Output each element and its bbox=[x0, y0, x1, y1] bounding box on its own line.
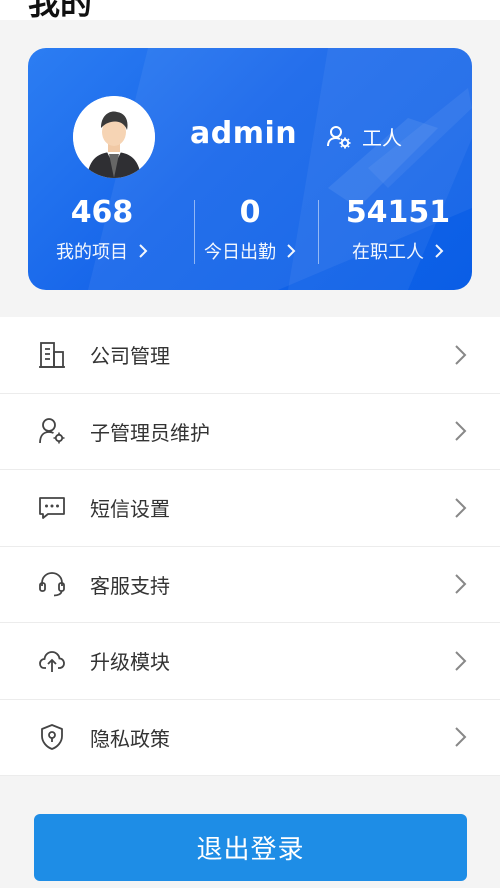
logout-section: 退出登录 bbox=[0, 786, 500, 888]
cloud-upload-icon bbox=[39, 650, 65, 672]
chevron-right-icon bbox=[455, 421, 467, 441]
role-label: 工人 bbox=[362, 126, 402, 150]
menu-item-label: 公司管理 bbox=[90, 344, 170, 369]
chevron-right-icon bbox=[455, 345, 467, 365]
stat-label: 我的项目 bbox=[56, 242, 128, 263]
stat-divider bbox=[318, 200, 319, 264]
page-title: 我的 bbox=[28, 0, 93, 22]
stat-my-projects[interactable]: 468 我的项目 bbox=[28, 194, 176, 272]
chevron-right-icon bbox=[435, 244, 444, 258]
stat-label: 今日出勤 bbox=[204, 242, 276, 263]
stat-value: 0 bbox=[239, 195, 261, 230]
stat-active-workers[interactable]: 54151 在职工人 bbox=[324, 194, 472, 272]
role-badge: 工人 bbox=[326, 122, 402, 151]
menu-item-label: 客服支持 bbox=[90, 573, 170, 598]
stat-today-attendance[interactable]: 0 今日出勤 bbox=[176, 194, 324, 272]
menu-item-label: 子管理员维护 bbox=[90, 420, 210, 445]
building-icon bbox=[39, 341, 65, 368]
chevron-right-icon bbox=[455, 574, 467, 594]
stat-label: 在职工人 bbox=[352, 242, 424, 263]
settings-menu: 公司管理 子管理员维护 短信设置 客服支持 升级模块 隐私政策 bbox=[0, 317, 500, 776]
chevron-right-icon bbox=[455, 651, 467, 671]
chevron-right-icon bbox=[139, 244, 148, 258]
username: admin bbox=[190, 116, 298, 151]
menu-item-customer-support[interactable]: 客服支持 bbox=[0, 547, 500, 623]
menu-item-company-management[interactable]: 公司管理 bbox=[0, 317, 500, 394]
menu-item-label: 隐私政策 bbox=[90, 726, 170, 751]
menu-item-sub-admin[interactable]: 子管理员维护 bbox=[0, 394, 500, 470]
logout-button[interactable]: 退出登录 bbox=[34, 814, 467, 881]
shield-icon bbox=[41, 724, 63, 751]
profile-card: admin 工人 468 我的项目 0 今日出勤 54151 在职工人 bbox=[28, 48, 472, 290]
stat-value: 54151 bbox=[345, 195, 451, 230]
menu-item-label: 升级模块 bbox=[90, 650, 170, 675]
avatar[interactable] bbox=[73, 96, 155, 178]
stats-row: 468 我的项目 0 今日出勤 54151 在职工人 bbox=[28, 194, 472, 272]
menu-item-upgrade-module[interactable]: 升级模块 bbox=[0, 623, 500, 700]
message-icon bbox=[39, 496, 65, 519]
chevron-right-icon bbox=[287, 244, 296, 258]
stat-value: 468 bbox=[70, 195, 134, 230]
chevron-right-icon bbox=[455, 498, 467, 518]
menu-item-label: 短信设置 bbox=[90, 497, 170, 522]
menu-item-privacy-policy[interactable]: 隐私政策 bbox=[0, 700, 500, 776]
user-gear-icon bbox=[327, 125, 351, 148]
chevron-right-icon bbox=[455, 727, 467, 747]
user-settings-icon bbox=[39, 418, 65, 444]
headset-icon bbox=[39, 572, 65, 597]
menu-item-sms-settings[interactable]: 短信设置 bbox=[0, 470, 500, 547]
